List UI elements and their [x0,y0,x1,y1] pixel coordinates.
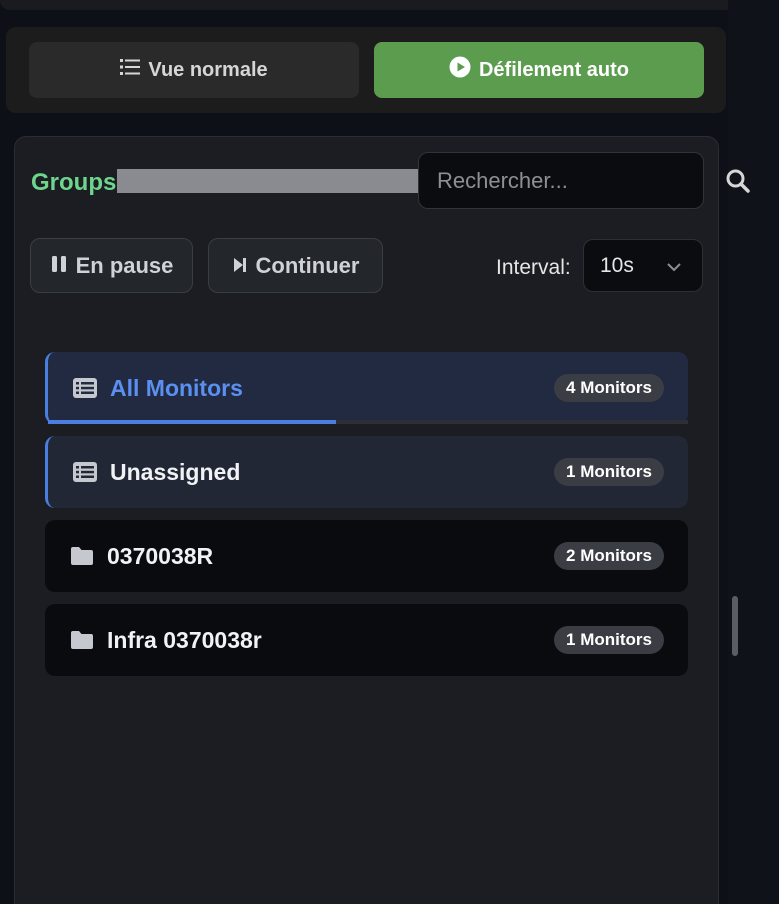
group-item-unassigned[interactable]: Unassigned 1 Monitors [45,436,688,508]
monitor-count-badge: 1 Monitors [554,458,664,486]
group-item-infra-0370038r[interactable]: Infra 0370038r 1 Monitors [45,604,688,676]
search-icon[interactable] [725,167,751,195]
list-icon [72,461,98,483]
group-name: Unassigned [110,458,241,485]
pause-icon [50,253,68,279]
normal-view-label: Vue normale [148,58,268,81]
interval-label: Interval: [496,256,571,279]
search-input[interactable] [437,167,725,194]
auto-scroll-progress-fill [48,420,336,424]
folder-icon [69,545,95,567]
title-placeholder-bar [117,169,419,193]
monitor-count-badge: 4 Monitors [554,374,664,402]
chevron-down-icon [666,254,682,278]
groups-title: Groups [31,169,117,196]
auto-scroll-progress [48,420,688,424]
pause-label: En pause [75,252,174,278]
right-edge-panel [728,0,779,904]
groups-panel: Groups En pause Continuer Interval: [14,136,750,904]
monitor-count-badge: 2 Monitors [554,542,664,570]
search-box[interactable] [418,152,750,209]
list-icon [120,58,141,82]
auto-scroll-label: Défilement auto [478,58,630,81]
view-mode-bar: Vue normale Défilement auto [6,27,726,113]
group-name: 0370038R [107,542,214,569]
folder-icon [69,629,95,651]
continue-button[interactable]: Continuer [208,238,383,293]
continue-label: Continuer [255,252,360,278]
normal-view-button[interactable]: Vue normale [29,42,359,98]
group-name: Infra 0370038r [107,626,262,653]
list-icon [72,377,98,399]
interval-select[interactable]: 10s [583,239,703,292]
scrollbar-thumb[interactable] [732,596,738,656]
group-item-0370038r[interactable]: 0370038R 2 Monitors [45,520,688,592]
auto-scroll-button[interactable]: Défilement auto [374,42,704,98]
interval-value: 10s [600,253,634,277]
top-strip [0,0,779,10]
group-name: All Monitors [110,374,243,401]
play-circle-icon [449,56,471,84]
monitor-count-badge: 1 Monitors [554,626,664,654]
group-item-all-monitors[interactable]: All Monitors 4 Monitors [45,352,688,424]
step-forward-icon [232,253,248,279]
pause-button[interactable]: En pause [30,238,193,293]
